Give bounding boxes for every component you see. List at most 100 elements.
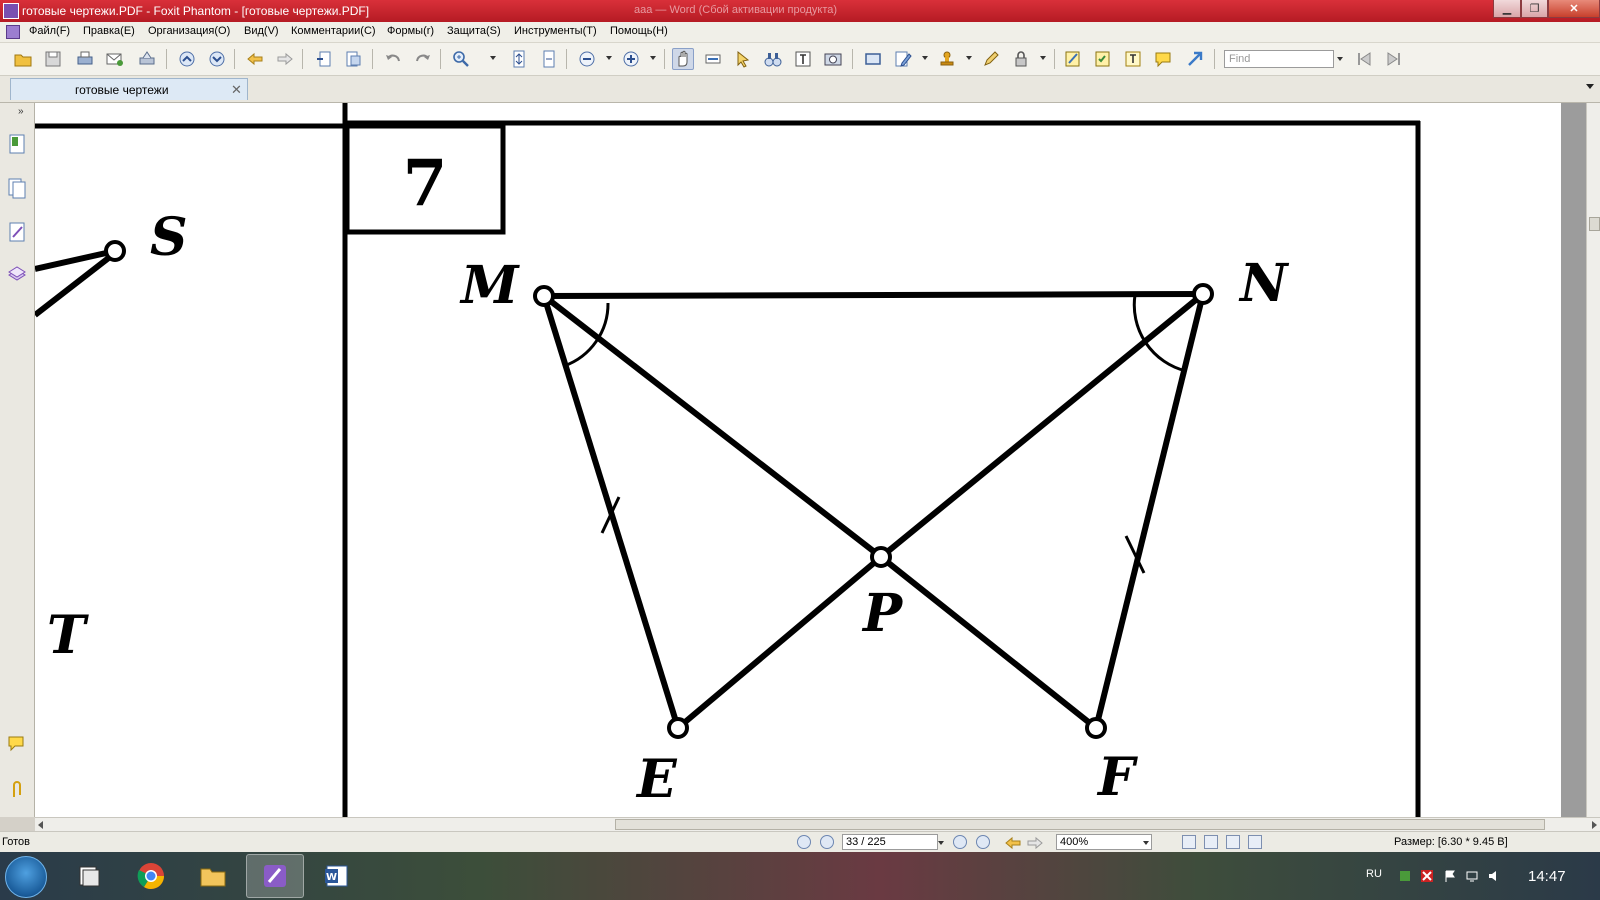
- print-icon[interactable]: [74, 48, 96, 70]
- menu-file[interactable]: Файл(F): [29, 25, 70, 37]
- bookmarks-icon[interactable]: [7, 133, 27, 155]
- typewriter-icon[interactable]: [792, 48, 814, 70]
- zoom-dropdown-icon[interactable]: [1143, 841, 1149, 845]
- select-arrow-icon[interactable]: [732, 48, 754, 70]
- menu-help[interactable]: Помощь(H): [610, 25, 668, 37]
- network-tray-icon[interactable]: [1398, 869, 1412, 883]
- next-find-icon[interactable]: [1382, 48, 1404, 70]
- minimize-button[interactable]: ▁: [1493, 0, 1521, 18]
- taskbar-folder-icon[interactable]: [184, 854, 242, 898]
- horizontal-scrollbar[interactable]: [35, 817, 1600, 831]
- vertical-scroll-thumb[interactable]: [1589, 217, 1600, 231]
- scroll-left-icon[interactable]: [38, 821, 43, 829]
- start-button[interactable]: [5, 856, 47, 898]
- page-number-field[interactable]: 33 / 225: [842, 834, 938, 850]
- nav-back-icon[interactable]: [1002, 832, 1024, 854]
- continuous-view-icon[interactable]: [1204, 835, 1218, 849]
- close-button[interactable]: ✕: [1548, 0, 1600, 18]
- lock-icon[interactable]: [1010, 48, 1032, 70]
- menu-view[interactable]: Вид(V): [244, 25, 279, 37]
- scan-icon[interactable]: [136, 48, 158, 70]
- last-page-icon[interactable]: [976, 835, 990, 849]
- arrow-icon[interactable]: [1184, 48, 1206, 70]
- taskbar-foxit-icon[interactable]: [246, 854, 304, 898]
- hand-tool-icon[interactable]: [672, 48, 694, 70]
- page-up-icon[interactable]: [176, 48, 198, 70]
- foxit-app-icon[interactable]: [3, 3, 19, 19]
- menu-edit[interactable]: Правка(E): [83, 25, 135, 37]
- select-text-icon[interactable]: [702, 48, 724, 70]
- volume-tray-icon[interactable]: [1487, 869, 1501, 883]
- zoom-minus-icon[interactable]: [576, 48, 598, 70]
- menu-tools[interactable]: Инструменты(T): [514, 25, 597, 37]
- display-tray-icon[interactable]: [1465, 869, 1479, 883]
- page-down-icon[interactable]: [206, 48, 228, 70]
- antivirus-tray-icon[interactable]: [1420, 869, 1434, 883]
- fit-page-icon[interactable]: [508, 48, 530, 70]
- undo-icon[interactable]: [382, 48, 404, 70]
- menu-forms[interactable]: Формы(r): [387, 25, 434, 37]
- find-input[interactable]: Find: [1224, 50, 1334, 68]
- prev-page-icon[interactable]: [820, 835, 834, 849]
- menu-comments[interactable]: Комментарии(C): [291, 25, 376, 37]
- flag-tray-icon[interactable]: [1443, 869, 1457, 883]
- taskbar-explorer-window-icon[interactable]: [60, 854, 118, 898]
- rectangle-icon[interactable]: [862, 48, 884, 70]
- doc-menu-icon[interactable]: [6, 25, 20, 39]
- save-icon[interactable]: [42, 48, 64, 70]
- facing-view-icon[interactable]: [1226, 835, 1240, 849]
- panel-expand-icon[interactable]: »: [18, 106, 24, 117]
- attachments-icon[interactable]: [7, 779, 27, 801]
- prev-find-icon[interactable]: [1354, 48, 1376, 70]
- layers-icon[interactable]: [7, 263, 27, 285]
- insert-page-icon[interactable]: [314, 48, 336, 70]
- taskbar-clock[interactable]: 14:47: [1528, 868, 1566, 885]
- tab-close-icon[interactable]: ✕: [231, 82, 242, 98]
- document-tab[interactable]: готовые чертежи ✕: [10, 78, 248, 100]
- language-indicator[interactable]: RU: [1366, 868, 1382, 880]
- zoom-plus-icon[interactable]: [620, 48, 642, 70]
- stamp-icon[interactable]: [936, 48, 958, 70]
- menu-protect[interactable]: Защита(S): [447, 25, 501, 37]
- document-viewport[interactable]: 7 S T M N P E F: [35, 103, 1586, 817]
- label-e: E: [635, 749, 678, 810]
- find-dropdown[interactable]: [1337, 57, 1343, 61]
- redo-icon[interactable]: [412, 48, 434, 70]
- menu-organize[interactable]: Организация(O): [148, 25, 230, 37]
- snapshot-icon[interactable]: [822, 48, 844, 70]
- first-page-icon[interactable]: [797, 835, 811, 849]
- edit-icon[interactable]: [892, 48, 914, 70]
- pencil-icon[interactable]: [980, 48, 1002, 70]
- forward-icon[interactable]: [274, 48, 296, 70]
- zoom-level-field[interactable]: 400%: [1056, 834, 1152, 850]
- continuous-facing-view-icon[interactable]: [1248, 835, 1262, 849]
- navigation-panel: »: [0, 103, 35, 817]
- note-icon[interactable]: [1062, 48, 1084, 70]
- open-icon[interactable]: [12, 48, 34, 70]
- extract-page-icon[interactable]: [342, 48, 364, 70]
- textbox-icon[interactable]: [1122, 48, 1144, 70]
- back-icon[interactable]: [244, 48, 266, 70]
- label-p: P: [861, 583, 904, 644]
- single-page-view-icon[interactable]: [1182, 835, 1196, 849]
- pages-icon[interactable]: [7, 177, 27, 199]
- comments-panel-icon[interactable]: [7, 733, 27, 755]
- scroll-right-icon[interactable]: [1592, 821, 1597, 829]
- problem-number: 7: [403, 146, 448, 221]
- horizontal-scroll-thumb[interactable]: [615, 819, 1545, 830]
- maximize-button[interactable]: ❐: [1521, 0, 1548, 18]
- tab-list-chevron-icon[interactable]: [1586, 84, 1594, 89]
- nav-forward-icon[interactable]: [1024, 832, 1046, 854]
- zoom-in-icon[interactable]: [450, 48, 472, 70]
- page-dropdown-icon[interactable]: [938, 841, 944, 845]
- taskbar-chrome-icon[interactable]: [122, 854, 180, 898]
- find-binoculars-icon[interactable]: [762, 48, 784, 70]
- next-page-icon[interactable]: [953, 835, 967, 849]
- checklist-icon[interactable]: [1092, 48, 1114, 70]
- vertical-scrollbar[interactable]: [1586, 103, 1600, 817]
- comment-icon[interactable]: [1152, 48, 1174, 70]
- taskbar-word-icon[interactable]: W: [308, 854, 366, 898]
- email-icon[interactable]: [104, 48, 126, 70]
- fit-width-icon[interactable]: [538, 48, 560, 70]
- annotations-icon[interactable]: [7, 221, 27, 243]
